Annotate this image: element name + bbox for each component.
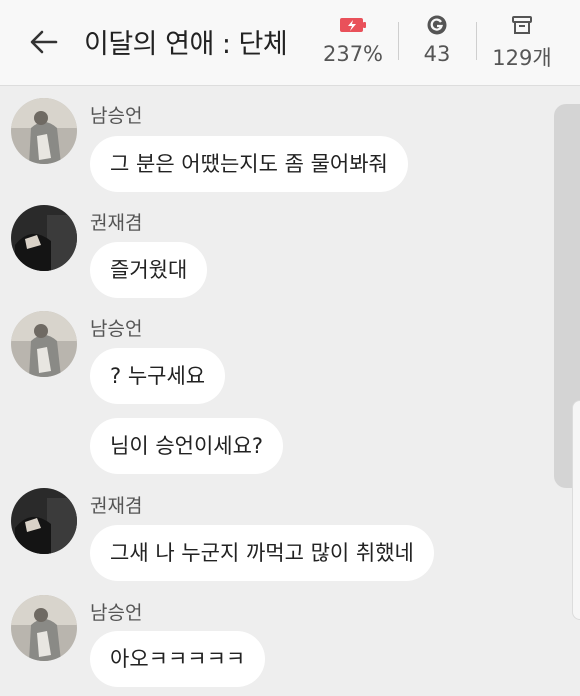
- sender-name: 남승언: [90, 318, 143, 340]
- chat-bubble[interactable]: 그 분은 어땠는지도 좀 물어봐줘: [90, 136, 408, 192]
- top-bar: 이달의 연애 : 단체 237% 43 129개: [0, 0, 580, 86]
- battery-icon: [320, 14, 386, 36]
- back-arrow-icon[interactable]: [26, 24, 62, 60]
- chat-bubble[interactable]: 님이 승언이세요?: [90, 418, 284, 474]
- battery-stat[interactable]: 237%: [320, 14, 386, 66]
- avatar[interactable]: [11, 595, 77, 661]
- divider: [398, 22, 399, 60]
- avatar[interactable]: [11, 205, 77, 271]
- battery-value: 237%: [322, 42, 384, 66]
- sender-name: 남승언: [90, 105, 143, 127]
- sender-name: 권재겸: [90, 495, 143, 517]
- box-value: 129개: [492, 46, 552, 70]
- coin-stat[interactable]: 43: [414, 14, 460, 66]
- sender-name: 권재겸: [90, 212, 143, 234]
- avatar[interactable]: [11, 98, 77, 164]
- avatar[interactable]: [11, 488, 77, 554]
- coin-value: 43: [423, 42, 451, 66]
- chat-bubble[interactable]: 그새 나 누군지 까먹고 많이 취했네: [90, 525, 434, 581]
- chat-title: 이달의 연애 : 단체: [84, 29, 288, 60]
- sender-name: 남승언: [90, 602, 143, 624]
- chat-bubble[interactable]: 즐거웠대: [90, 242, 208, 298]
- box-stat[interactable]: 129개: [488, 14, 556, 72]
- divider: [476, 22, 477, 60]
- box-icon: [488, 14, 556, 36]
- chat-bubble[interactable]: 아오ㅋㅋㅋㅋㅋ: [90, 631, 266, 687]
- g-coin-icon: [414, 14, 460, 36]
- scrollbar[interactable]: [572, 400, 580, 620]
- avatar[interactable]: [11, 311, 77, 377]
- chat-bubble[interactable]: ? 누구세요: [90, 348, 226, 404]
